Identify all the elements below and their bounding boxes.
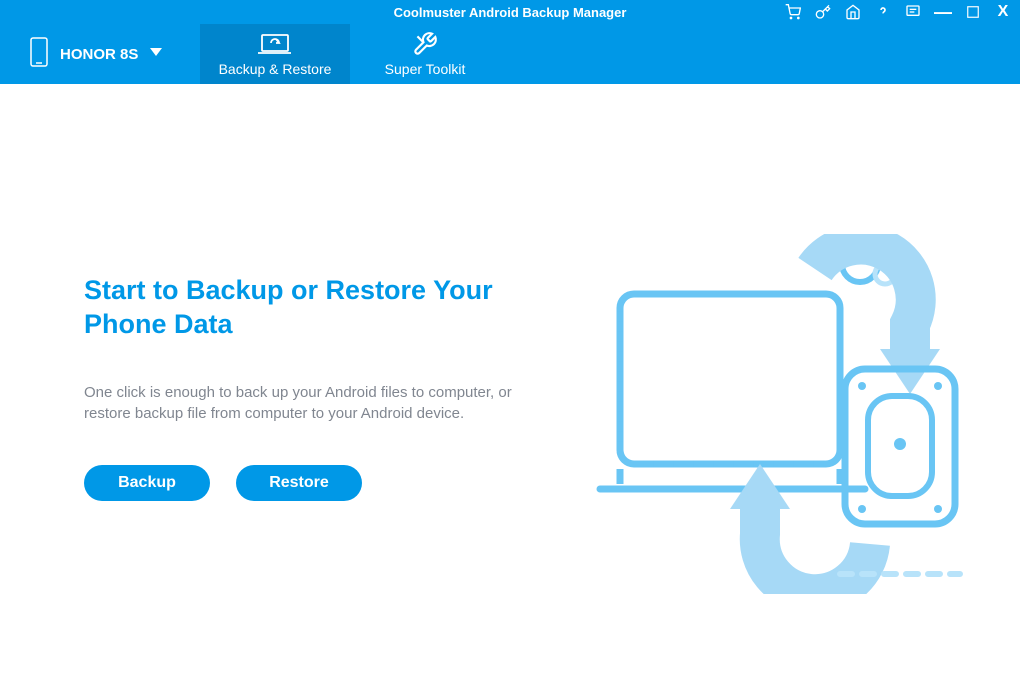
titlebar: Coolmuster Android Backup Manager — X — [0, 0, 1020, 24]
device-name: HONOR 8S — [60, 46, 138, 63]
action-buttons: Backup Restore — [84, 465, 544, 501]
device-picker[interactable]: HONOR 8S — [0, 24, 200, 84]
page-description: One click is enough to back up your Andr… — [84, 382, 544, 426]
tab-label: Backup & Restore — [219, 61, 332, 77]
backup-restore-icon — [258, 31, 292, 57]
phone-icon — [30, 37, 48, 72]
close-icon[interactable]: X — [994, 3, 1012, 21]
feedback-icon[interactable] — [904, 3, 922, 21]
cart-icon[interactable] — [784, 3, 802, 21]
tab-label: Super Toolkit — [385, 61, 466, 77]
home-icon[interactable] — [844, 3, 862, 21]
header: HONOR 8S Backup & Restore Super Toolkit — [0, 24, 1020, 84]
maximize-icon[interactable] — [964, 3, 982, 21]
content-panel: Start to Backup or Restore Your Phone Da… — [84, 274, 544, 501]
help-icon[interactable] — [874, 3, 892, 21]
restore-button[interactable]: Restore — [236, 465, 362, 501]
backup-button[interactable]: Backup — [84, 465, 210, 501]
minimize-icon[interactable]: — — [934, 3, 952, 21]
toolkit-icon — [412, 31, 438, 57]
app-title: Coolmuster Android Backup Manager — [394, 5, 627, 20]
page-headline: Start to Backup or Restore Your Phone Da… — [84, 274, 544, 342]
tab-backup-restore[interactable]: Backup & Restore — [200, 24, 350, 84]
key-icon[interactable] — [814, 3, 832, 21]
chevron-down-icon — [150, 45, 162, 63]
illustration — [590, 234, 970, 594]
titlebar-controls: — X — [784, 0, 1012, 24]
main-content: Start to Backup or Restore Your Phone Da… — [0, 84, 1020, 691]
tab-super-toolkit[interactable]: Super Toolkit — [350, 24, 500, 84]
